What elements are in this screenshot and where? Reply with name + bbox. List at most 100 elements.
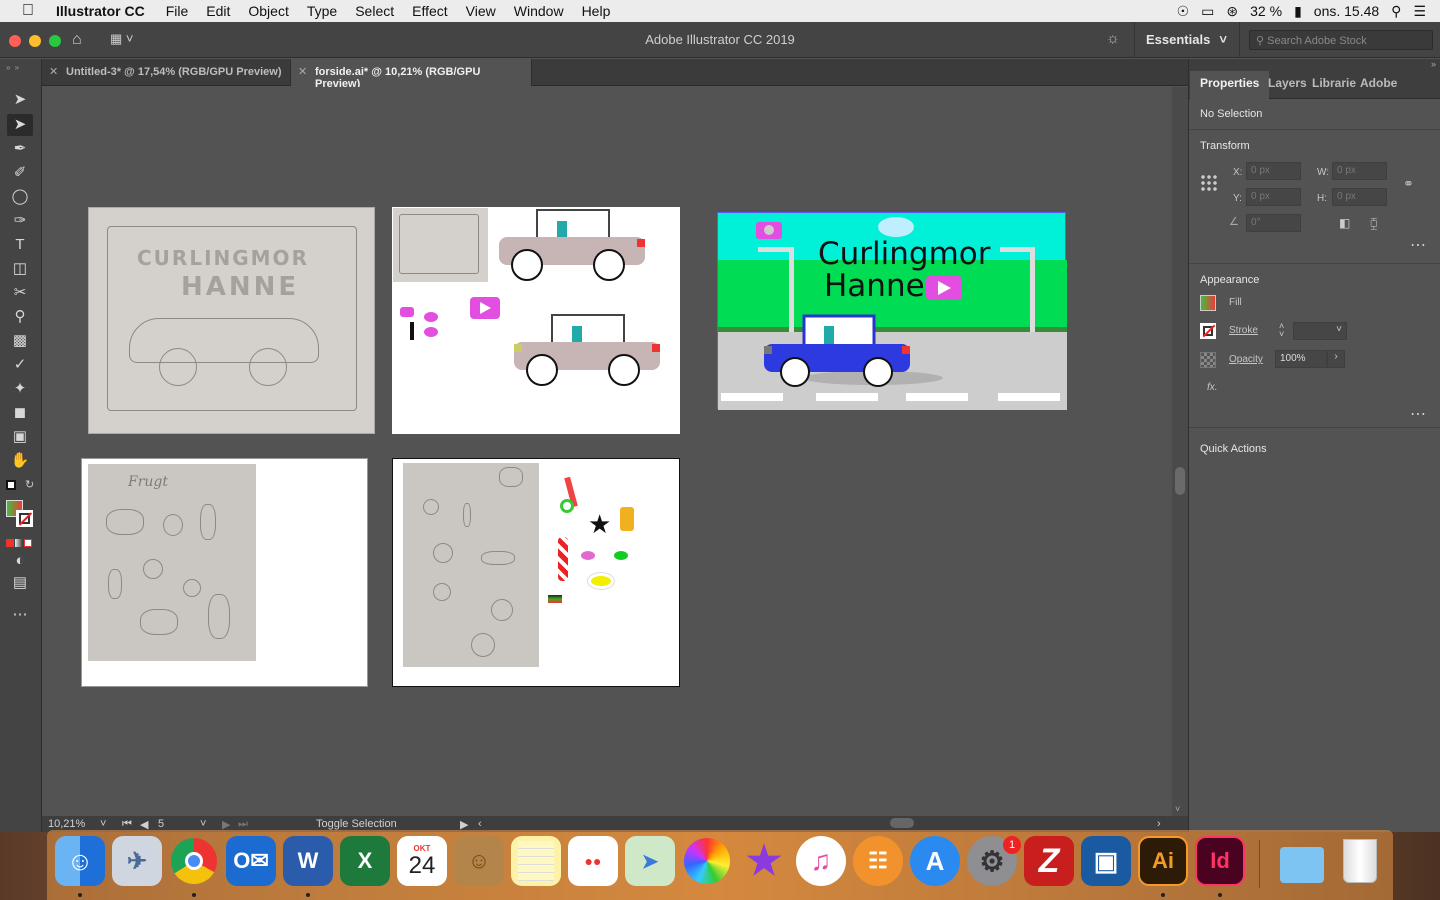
canvas[interactable]: CURLINGMOR HANNE Curlingmor Hanne Frugt … [42, 87, 1172, 816]
horizontal-scroll-thumb[interactable] [890, 818, 914, 828]
menu-effect[interactable]: Effect [403, 0, 457, 22]
itunes-icon[interactable]: ♫ [796, 836, 846, 886]
illustrator-icon[interactable]: Ai [1138, 836, 1188, 886]
transform-more-options-icon[interactable]: ⋯ [1410, 235, 1427, 255]
edit-toolbar-icon[interactable]: ⋯ [7, 604, 33, 626]
flip-horizontal-icon[interactable]: ◧ [1339, 216, 1350, 230]
calendar-icon[interactable]: OKT 24 [397, 836, 447, 886]
ibooks-icon[interactable]: ☷ [853, 836, 903, 886]
tab-untitled-3[interactable]: ✕ Untitled-3* @ 17,54% (RGB/GPU Preview) [42, 59, 291, 86]
scissors-tool-icon[interactable]: ✂ [7, 282, 33, 304]
downloads-folder-icon[interactable] [1277, 836, 1327, 886]
artboard-number[interactable]: 5 [158, 818, 194, 830]
h-input[interactable]: 0 px [1332, 188, 1387, 206]
direct-selection-tool-icon[interactable]: ➤ [7, 114, 33, 136]
ellipse-tool-icon[interactable]: ◯ [7, 186, 33, 208]
contacts-icon[interactable]: ☺ [454, 836, 504, 886]
panel-grip-icon[interactable]: » » [6, 63, 20, 72]
pen-tool-icon[interactable]: ✒ [7, 138, 33, 160]
maps-icon[interactable]: ➤ [625, 836, 675, 886]
constrain-proportions-icon[interactable]: ⚭ [1403, 176, 1414, 192]
status-text[interactable]: Toggle Selection [316, 818, 397, 830]
selection-tool-icon[interactable]: ➤ [7, 89, 33, 111]
fx-label[interactable]: fx. [1207, 382, 1218, 393]
rotate-input[interactable]: 0° [1246, 214, 1301, 232]
artboard-cars[interactable] [392, 207, 680, 434]
scroll-down-arrow-icon[interactable]: ˅ [1175, 804, 1180, 814]
artboard-fruit[interactable]: Frugt [81, 458, 368, 687]
menu-view[interactable]: View [457, 0, 505, 22]
excel-icon[interactable]: X [340, 836, 390, 886]
eyedropper-tool-icon[interactable]: ✓ [7, 354, 33, 376]
app-store-icon[interactable]: A [910, 836, 960, 886]
hand-tool-icon[interactable]: ✋ [7, 450, 33, 472]
indesign-icon[interactable]: Id [1195, 836, 1245, 886]
collapse-panels-icon[interactable]: » [1431, 59, 1436, 69]
finder-icon[interactable]: ☺ [55, 836, 105, 886]
menu-window[interactable]: Window [505, 0, 573, 22]
photos-icon[interactable] [682, 836, 732, 886]
filezilla-icon[interactable]: Z [1024, 836, 1074, 886]
fill-swatch-icon[interactable] [1200, 295, 1216, 311]
canvas-vertical-scrollbar[interactable]: ˅ [1172, 87, 1188, 816]
reference-point-icon[interactable] [1200, 174, 1218, 192]
app-menu[interactable]: Illustrator CC [56, 3, 157, 19]
zoom-level[interactable]: 10,21% [48, 818, 85, 830]
spotlight-icon[interactable]: ⚲ [1391, 3, 1401, 20]
outlook-icon[interactable]: O✉ [226, 836, 276, 886]
scroll-right-arrow-icon[interactable]: › [1157, 818, 1161, 830]
artboard-sketch[interactable]: CURLINGMOR HANNE [88, 207, 375, 434]
remote-desktop-icon[interactable]: ▣ [1081, 836, 1131, 886]
x-input[interactable]: 0 px [1246, 162, 1301, 180]
color-mode-icons[interactable] [6, 534, 34, 547]
artboard-candy[interactable]: ★ [392, 458, 680, 687]
tab-layers[interactable]: Layers [1268, 76, 1307, 90]
menu-edit[interactable]: Edit [197, 0, 239, 22]
menu-object[interactable]: Object [239, 0, 297, 22]
type-tool-icon[interactable]: T [7, 234, 33, 256]
w-input[interactable]: 0 px [1332, 162, 1387, 180]
menu-help[interactable]: Help [573, 0, 620, 22]
close-tab-icon[interactable]: ✕ [298, 65, 307, 78]
stroke-label[interactable]: Stroke [1229, 325, 1258, 336]
default-colors-icon[interactable] [6, 480, 16, 490]
artboard-dropdown-icon[interactable]: ˅ [200, 818, 206, 830]
reminders-icon[interactable]: ●● [568, 836, 618, 886]
scrollbar-thumb[interactable] [1175, 467, 1185, 495]
creative-cloud-icon[interactable]: ☉ [1177, 3, 1190, 20]
stroke-weight-input[interactable]: ˅ [1293, 322, 1347, 340]
shape-builder-tool-icon[interactable]: ◼ [7, 402, 33, 424]
notes-icon[interactable] [511, 836, 561, 886]
tab-adobe-color[interactable]: Adobe C [1360, 76, 1400, 90]
tab-properties[interactable]: Properties [1190, 71, 1270, 99]
paintbrush-tool-icon[interactable]: ✑ [7, 210, 33, 232]
adobe-stock-search[interactable]: ⚲ Search Adobe Stock [1249, 30, 1433, 50]
reflect-tool-icon[interactable]: ◫ [7, 258, 33, 280]
puppet-warp-tool-icon[interactable]: ✦ [7, 378, 33, 400]
y-input[interactable]: 0 px [1246, 188, 1301, 206]
workspace-switcher[interactable]: Essentials ˅ [1134, 22, 1240, 58]
chrome-icon[interactable] [169, 836, 219, 886]
imovie-icon[interactable]: ★ [739, 836, 789, 886]
artboard-cover[interactable]: Curlingmor Hanne [717, 212, 1067, 410]
battery-icon[interactable]: ▮ [1294, 3, 1302, 20]
apple-menu-icon[interactable]:  [0, 2, 56, 20]
preview-app-icon[interactable]: ✈ [112, 836, 162, 886]
airplay-icon[interactable]: ▭ [1201, 3, 1214, 20]
scroll-left-arrow-icon[interactable]: ‹ [478, 818, 482, 830]
stroke-swatch[interactable] [16, 510, 33, 527]
swap-colors-icon[interactable]: ↻ [25, 478, 34, 491]
screen-mode-icon[interactable]: ▤ [7, 572, 33, 594]
opacity-label[interactable]: Opacity [1229, 354, 1263, 365]
tab-forside[interactable]: ✕ forside.ai* @ 10,21% (RGB/GPU Preview) [291, 59, 532, 90]
battery-percent[interactable]: 32 % [1250, 3, 1282, 19]
clock[interactable]: ons. 15.48 [1314, 3, 1379, 19]
stroke-weight-stepper-icon[interactable]: ˄ ˅ [1279, 322, 1284, 339]
notification-center-icon[interactable]: ☰ [1413, 3, 1426, 20]
opacity-slider-button[interactable]: › [1327, 350, 1345, 368]
menu-file[interactable]: File [157, 0, 198, 22]
zoom-dropdown-icon[interactable]: ˅ [100, 818, 106, 830]
stroke-swatch-icon[interactable] [1200, 323, 1216, 339]
zoom-tool-icon[interactable]: ⚲ [7, 306, 33, 328]
menu-select[interactable]: Select [346, 0, 403, 22]
